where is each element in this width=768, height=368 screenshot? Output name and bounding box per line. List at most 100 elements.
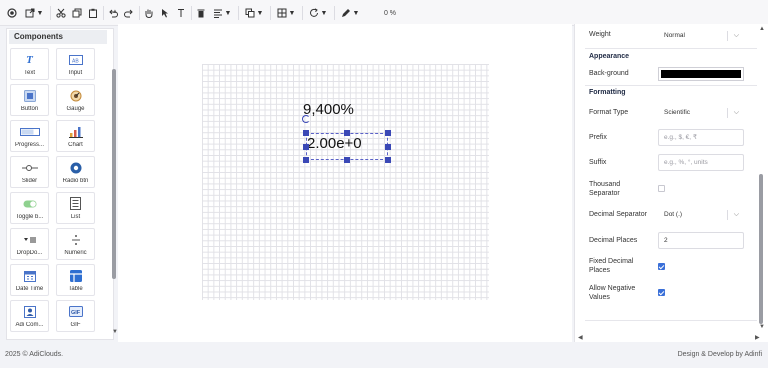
copy-icon[interactable] bbox=[71, 5, 83, 21]
weight-label: Weight bbox=[589, 31, 611, 38]
gauge-icon bbox=[57, 89, 94, 102]
scroll-up-icon[interactable]: ▲ bbox=[759, 26, 765, 32]
chevron-down-icon: ⌵ bbox=[733, 211, 739, 218]
component-label: GIF bbox=[70, 322, 81, 328]
fixed-decimal-checkbox[interactable] bbox=[658, 263, 665, 270]
component-gauge[interactable]: Gauge bbox=[56, 84, 95, 116]
properties-scrollbar[interactable] bbox=[759, 174, 763, 324]
component-label: Toggle b... bbox=[15, 214, 44, 220]
component-progress[interactable]: Progress... bbox=[10, 120, 49, 152]
resize-handle[interactable] bbox=[385, 157, 391, 163]
weight-select[interactable]: Normal ⌵ bbox=[658, 27, 744, 44]
delete-icon[interactable] bbox=[195, 5, 207, 21]
hand-icon[interactable] bbox=[143, 5, 155, 21]
text-cursor-icon[interactable] bbox=[175, 5, 187, 21]
resize-handle[interactable] bbox=[303, 157, 309, 163]
resize-handle[interactable] bbox=[344, 130, 350, 136]
allow-negative-checkbox[interactable] bbox=[658, 289, 665, 296]
svg-text:AB: AB bbox=[72, 58, 79, 64]
component-label: Numeric bbox=[64, 250, 87, 256]
canvas-text-scientific[interactable]: 2.00e+0 bbox=[307, 135, 362, 152]
gif-icon: GIF bbox=[57, 305, 94, 318]
text-icon: T bbox=[26, 53, 33, 66]
component-label: Adi Com... bbox=[15, 322, 44, 328]
component-toggle[interactable]: Toggle b... bbox=[10, 192, 49, 224]
thousand-separator-checkbox[interactable] bbox=[658, 185, 665, 192]
cut-icon[interactable] bbox=[55, 5, 67, 21]
suffix-input[interactable]: e.g., %, °, units bbox=[658, 154, 744, 171]
component-label: Radio btn bbox=[62, 178, 89, 184]
component-input[interactable]: AB Input bbox=[56, 48, 95, 80]
component-label: Text bbox=[23, 70, 35, 76]
component-table[interactable]: Table bbox=[56, 264, 95, 296]
component-adi[interactable]: Adi Com... bbox=[10, 300, 49, 332]
resize-handle[interactable] bbox=[303, 130, 309, 136]
design-grid[interactable] bbox=[202, 64, 489, 300]
component-list[interactable]: List bbox=[56, 192, 95, 224]
component-label: DropDo... bbox=[16, 250, 43, 256]
component-button[interactable]: Button bbox=[10, 84, 49, 116]
redo-icon[interactable] bbox=[123, 5, 135, 21]
resize-handle[interactable] bbox=[303, 144, 309, 150]
button-icon bbox=[11, 89, 48, 102]
properties-panel: Weight Normal ⌵ Appearance Back-ground F… bbox=[574, 24, 768, 342]
scroll-left-icon[interactable]: ◀ bbox=[578, 334, 583, 341]
weight-value: Normal bbox=[664, 32, 685, 39]
component-text[interactable]: T Text bbox=[10, 48, 49, 80]
table-icon bbox=[57, 269, 94, 282]
slider-icon bbox=[11, 161, 48, 174]
record-icon[interactable] bbox=[6, 5, 18, 21]
paste-icon[interactable] bbox=[87, 5, 99, 21]
align-icon[interactable]: ▼ bbox=[211, 5, 233, 21]
calendar-icon bbox=[11, 269, 48, 282]
format-type-select[interactable]: Scientific ⌵ bbox=[658, 104, 744, 121]
prefix-label: Prefix bbox=[589, 134, 607, 141]
thousand-separator-label: Thousand Separator bbox=[589, 181, 621, 197]
chart-icon bbox=[57, 125, 94, 138]
component-icon bbox=[11, 305, 48, 318]
component-datetime[interactable]: Date Time bbox=[10, 264, 49, 296]
credit-text: Design & Develop by Adinfi bbox=[677, 351, 762, 358]
component-radio[interactable]: Radio btn bbox=[56, 156, 95, 188]
toggle-icon bbox=[11, 197, 48, 210]
pointer-icon[interactable] bbox=[159, 5, 171, 21]
refresh-icon[interactable]: ▼ bbox=[307, 5, 329, 21]
pen-icon[interactable]: ▼ bbox=[339, 5, 361, 21]
export-icon[interactable]: ▼ bbox=[23, 5, 45, 21]
chevron-down-icon: ⌵ bbox=[733, 32, 739, 39]
canvas-text-percent[interactable]: 9,400% bbox=[303, 101, 354, 118]
scroll-down-icon[interactable]: ▼ bbox=[759, 324, 765, 330]
format-type-label: Format Type bbox=[589, 109, 629, 116]
canvas-area: 9,400% 2.00e+0 bbox=[118, 24, 572, 342]
suffix-label: Suffix bbox=[589, 159, 607, 166]
zoom-level[interactable]: 0 % bbox=[366, 5, 414, 21]
numeric-icon bbox=[57, 233, 94, 246]
component-label: Table bbox=[68, 286, 83, 292]
component-chart[interactable]: Chart bbox=[56, 120, 95, 152]
svg-text:GIF: GIF bbox=[71, 310, 81, 316]
grid-icon[interactable]: ▼ bbox=[275, 5, 297, 21]
format-type-value: Scientific bbox=[664, 109, 691, 116]
component-numeric[interactable]: Numeric bbox=[56, 228, 95, 260]
background-label: Back-ground bbox=[589, 70, 629, 77]
resize-handle[interactable] bbox=[344, 157, 350, 163]
prefix-input[interactable]: e.g., $, €, ₹ bbox=[658, 129, 744, 146]
decimal-places-input[interactable]: 2 bbox=[658, 232, 744, 249]
component-dropdown[interactable]: DropDo... bbox=[10, 228, 49, 260]
resize-handle[interactable] bbox=[385, 144, 391, 150]
allow-negative-label: Allow Negative Values bbox=[589, 285, 636, 301]
component-label: Input bbox=[68, 70, 83, 76]
component-slider[interactable]: Slider bbox=[10, 156, 49, 188]
decimal-separator-select[interactable]: Dot (.) ⌵ bbox=[658, 206, 744, 223]
rotate-handle-icon[interactable] bbox=[302, 115, 310, 123]
layers-icon[interactable]: ▼ bbox=[243, 5, 265, 21]
components-scrollbar[interactable] bbox=[112, 67, 116, 361]
component-gif[interactable]: GIF GIF bbox=[56, 300, 95, 332]
fixed-decimal-label: Fixed Decimal Places bbox=[589, 258, 634, 274]
scroll-up-icon[interactable]: ▲ bbox=[112, 9, 118, 15]
background-color-picker[interactable] bbox=[658, 67, 744, 81]
component-label: Chart bbox=[68, 142, 83, 148]
components-panel: Components T Text AB Input Button Gauge … bbox=[6, 9, 118, 340]
resize-handle[interactable] bbox=[385, 130, 391, 136]
scroll-right-icon[interactable]: ▶ bbox=[755, 334, 760, 341]
